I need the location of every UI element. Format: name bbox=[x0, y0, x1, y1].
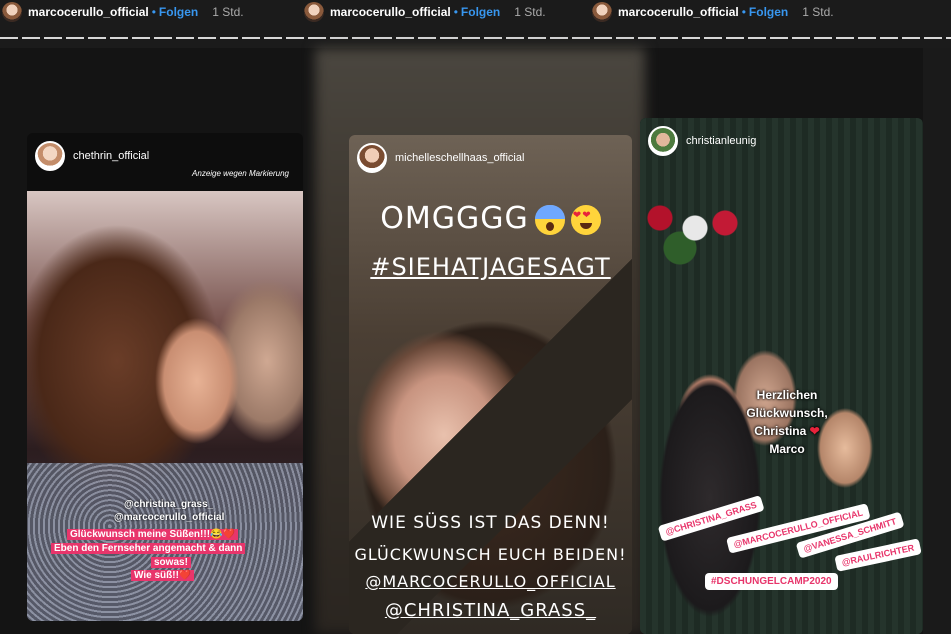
timestamp: 1 Std. bbox=[802, 5, 834, 19]
headline: OMGGGG bbox=[349, 201, 632, 236]
caption-mention-1[interactable]: @christina_grass_ bbox=[121, 498, 216, 511]
username-link[interactable]: marcocerullo_official bbox=[330, 5, 451, 19]
story-header-segment-3: marcocerullo_official • Folgen 1 Std. bbox=[592, 0, 834, 24]
hashtag[interactable]: #SIEHATJAGESAGT bbox=[349, 253, 632, 281]
follow-button[interactable]: Folgen bbox=[461, 5, 500, 19]
story-user[interactable]: chethrin_official bbox=[35, 141, 149, 171]
story-card-right[interactable]: christianleunig Herzlichen Glückwunsch, … bbox=[640, 118, 923, 634]
story-username[interactable]: christianleunig bbox=[686, 135, 756, 147]
story-username[interactable]: michelleschellhaas_official bbox=[395, 152, 524, 164]
caption-line-5: sowas! bbox=[151, 556, 191, 569]
separator-dot: • bbox=[453, 5, 458, 19]
username-link[interactable]: marcocerullo_official bbox=[28, 5, 149, 19]
follow-button[interactable]: Folgen bbox=[159, 5, 198, 19]
username-link[interactable]: marcocerullo_official bbox=[618, 5, 739, 19]
flower-decoration bbox=[640, 188, 750, 268]
avatar[interactable] bbox=[592, 2, 612, 22]
next-story-edge[interactable] bbox=[923, 48, 951, 634]
separator-dot: • bbox=[151, 5, 156, 19]
avatar[interactable] bbox=[2, 2, 22, 22]
heart-eyes-emoji-icon bbox=[570, 204, 601, 235]
story-avatar[interactable] bbox=[35, 141, 65, 171]
story-header-bar: marcocerullo_official • Folgen 1 Std. ma… bbox=[0, 0, 951, 48]
heart-icon: ❤ bbox=[809, 424, 820, 438]
story-avatar[interactable] bbox=[648, 126, 678, 156]
caption-mention-2[interactable]: @marcocerullo_official bbox=[111, 511, 227, 524]
story-card-left[interactable]: chethrin_official Anzeige wegen Markieru… bbox=[27, 133, 303, 621]
separator-dot: • bbox=[741, 5, 746, 19]
avatar[interactable] bbox=[304, 2, 324, 22]
hashtag-dschungelcamp[interactable]: #DSCHUNGELCAMP2020 bbox=[705, 573, 838, 590]
story-progress-bar bbox=[0, 37, 951, 39]
follow-button[interactable]: Folgen bbox=[749, 5, 788, 19]
timestamp: 1 Std. bbox=[514, 5, 546, 19]
mention-marco[interactable]: @MARCOCERULLO_OFFICIAL bbox=[349, 572, 632, 591]
congratulation-text: Herzlichen Glückwunsch, Christina ❤ Marc… bbox=[746, 388, 828, 456]
story-card-middle[interactable]: michelleschellhaas_official OMGGGG #SIEH… bbox=[349, 135, 632, 634]
caption-text-1: WIE SÜSS IST DAS DENN! bbox=[371, 513, 610, 533]
caption-line-4: Eben den Fernseher angemacht & dann bbox=[51, 542, 246, 555]
story-username[interactable]: chethrin_official bbox=[73, 150, 149, 162]
timestamp: 1 Std. bbox=[212, 5, 244, 19]
caption-line-3: Glückwunsch meine Süßen!!!😂❤️ bbox=[67, 528, 238, 541]
face-screaming-emoji-icon bbox=[534, 204, 565, 235]
mention-christina[interactable]: @CHRISTINA_GRASS_ bbox=[349, 600, 632, 621]
ad-label: Anzeige wegen Markierung bbox=[192, 169, 289, 178]
caption-line-6: Wie süß!!❤️ bbox=[131, 569, 195, 582]
caption-text-2: GLÜCKWUNSCH EUCH BEIDEN! bbox=[354, 545, 627, 564]
story-header-segment-1: marcocerullo_official • Folgen 1 Std. bbox=[2, 0, 244, 24]
story-user[interactable]: michelleschellhaas_official bbox=[357, 143, 524, 173]
story-user[interactable]: christianleunig bbox=[648, 126, 756, 156]
story-avatar[interactable] bbox=[357, 143, 387, 173]
story-header-segment-2: marcocerullo_official • Folgen 1 Std. bbox=[304, 0, 546, 24]
